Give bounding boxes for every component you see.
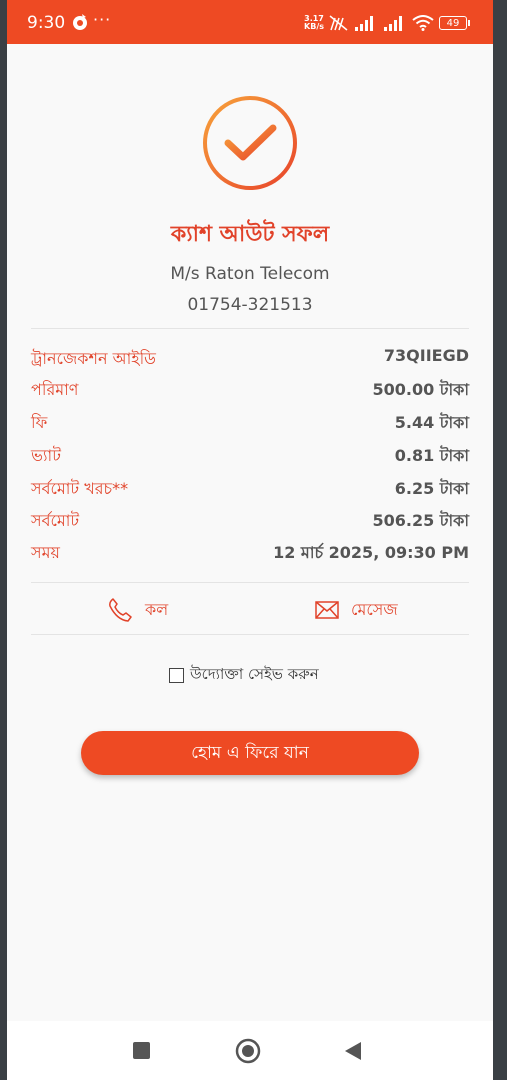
detail-value: 500.00 টাকা [372, 380, 469, 399]
detail-label: ফি [31, 413, 48, 432]
detail-label: ট্রানজেকশন আইডি [31, 349, 156, 368]
back-icon[interactable] [343, 1040, 363, 1062]
data-off-icon [329, 15, 348, 31]
save-merchant-label: উদ্যোক্তা সেইভ করুন [190, 665, 319, 683]
signal-icon-2 [384, 16, 402, 31]
success-check-icon [203, 96, 297, 190]
merchant-name: M/s Raton Telecom [170, 264, 330, 284]
detail-row-transaction-id: ট্রানজেকশন আইডি 73QIIEGD [31, 346, 469, 376]
message-label: মেসেজ [351, 599, 398, 619]
save-merchant-checkbox[interactable] [169, 668, 184, 683]
detail-row-total: সর্বমোট 506.25 টাকা [31, 508, 469, 538]
divider [31, 582, 469, 583]
detail-value: 5.44 টাকা [394, 413, 469, 432]
phone-icon [109, 598, 132, 622]
call-label: কল [145, 599, 169, 619]
success-title: ক্যাশ আউট সফল [170, 222, 330, 247]
home-icon[interactable] [235, 1038, 261, 1064]
detail-row-fee: ফি 5.44 টাকা [31, 410, 469, 440]
network-speed: 3.17 KB/s [304, 15, 324, 31]
more-notifications-icon: ··· [93, 10, 112, 29]
merchant-phone: 01754-321513 [187, 295, 313, 315]
battery-icon: 49 [439, 16, 470, 30]
detail-value: 6.25 টাকা [394, 479, 469, 498]
status-time: 9:30 [27, 13, 66, 33]
detail-label: সর্বমোট খরচ** [31, 479, 129, 498]
detail-row-total-cost: সর্বমোট খরচ** 6.25 টাকা [31, 476, 469, 506]
detail-label: পরিমাণ [31, 380, 79, 399]
detail-row-amount: পরিমাণ 500.00 টাকা [31, 377, 469, 407]
system-nav-bar [7, 1021, 493, 1080]
detail-label: সময় [31, 543, 60, 562]
detail-row-vat: ভ্যাট 0.81 টাকা [31, 443, 469, 473]
recents-icon[interactable] [133, 1042, 150, 1059]
app-notification-icon [73, 14, 87, 30]
app-screen: 9:30 ··· 3.17 KB/s 49 ক্যাশ আউট সফল M/s … [7, 0, 493, 1080]
status-indicators: 3.17 KB/s 49 [304, 12, 470, 34]
detail-row-time: সময় 12 মার্চ 2025, 09:30 PM [31, 540, 469, 570]
status-bar: 9:30 ··· 3.17 KB/s 49 [7, 0, 493, 44]
message-button[interactable]: মেসেজ [315, 596, 398, 624]
divider [31, 634, 469, 635]
detail-label: সর্বমোট [31, 511, 80, 530]
wifi-icon [412, 15, 434, 31]
detail-label: ভ্যাট [31, 446, 61, 465]
signal-icon-1 [355, 16, 373, 31]
detail-value: 0.81 টাকা [394, 446, 469, 465]
speed-unit: KB/s [304, 22, 324, 31]
envelope-icon [315, 601, 339, 619]
save-merchant-option[interactable]: উদ্যোক্তা সেইভ করুন [169, 663, 319, 688]
detail-value: 506.25 টাকা [372, 511, 469, 530]
detail-value: 12 মার্চ 2025, 09:30 PM [273, 543, 469, 562]
divider [31, 328, 469, 329]
call-button[interactable]: কল [107, 596, 168, 624]
detail-value: 73QIIEGD [383, 346, 469, 365]
go-home-button[interactable]: হোম এ ফিরে যান [81, 731, 419, 775]
